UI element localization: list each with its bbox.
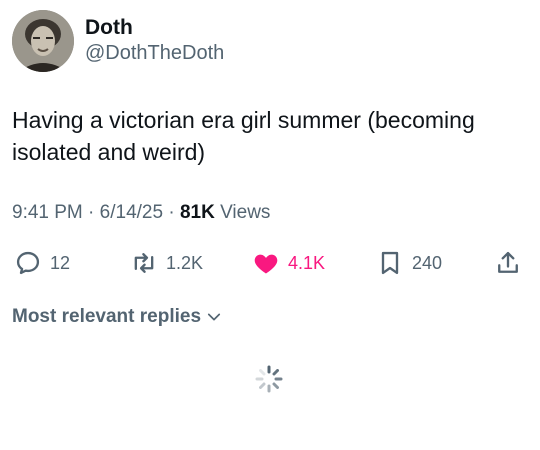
share-icon (498, 251, 518, 273)
retweet-count: 1.2K (166, 252, 204, 273)
action-bar: 12 1.2K 4.1K 240 (0, 246, 540, 280)
loading-spinner-icon (254, 364, 284, 394)
bookmark-button[interactable]: 240 (376, 246, 442, 280)
tweet-text: Having a victorian era girl summer (beco… (12, 107, 475, 165)
views-count: 81K (179, 202, 215, 223)
heart-filled-icon (254, 254, 278, 274)
bookmark-icon (381, 251, 399, 275)
tweet-header: Doth @DothTheDoth (12, 10, 528, 74)
reply-button[interactable]: 12 (14, 246, 70, 280)
retweet-button[interactable]: 1.2K (130, 246, 203, 280)
replies-sort-dropdown[interactable]: Most relevant replies (12, 306, 223, 328)
reply-count: 12 (50, 252, 71, 273)
author-handle[interactable]: @DothTheDoth (85, 41, 224, 65)
tweet-meta: 9:41 PM · 6/14/25 · 81K Views (12, 202, 270, 224)
tweet-time[interactable]: 9:41 PM (12, 202, 83, 223)
author-display-name[interactable]: Doth (85, 16, 224, 40)
share-button[interactable] (494, 246, 522, 280)
author-avatar[interactable] (12, 10, 74, 72)
reply-icon (16, 251, 40, 275)
bookmark-count: 240 (412, 252, 443, 273)
views-label: Views (220, 202, 271, 223)
meta-separator: · (168, 202, 180, 223)
meta-separator: · (88, 202, 100, 223)
replies-sort-label: Most relevant replies (12, 306, 202, 327)
tweet-date[interactable]: 6/14/25 (100, 202, 163, 223)
like-count: 4.1K (288, 252, 326, 273)
retweet-icon (134, 253, 154, 273)
like-button[interactable]: 4.1K (252, 246, 325, 280)
chevron-down-icon (207, 313, 221, 321)
